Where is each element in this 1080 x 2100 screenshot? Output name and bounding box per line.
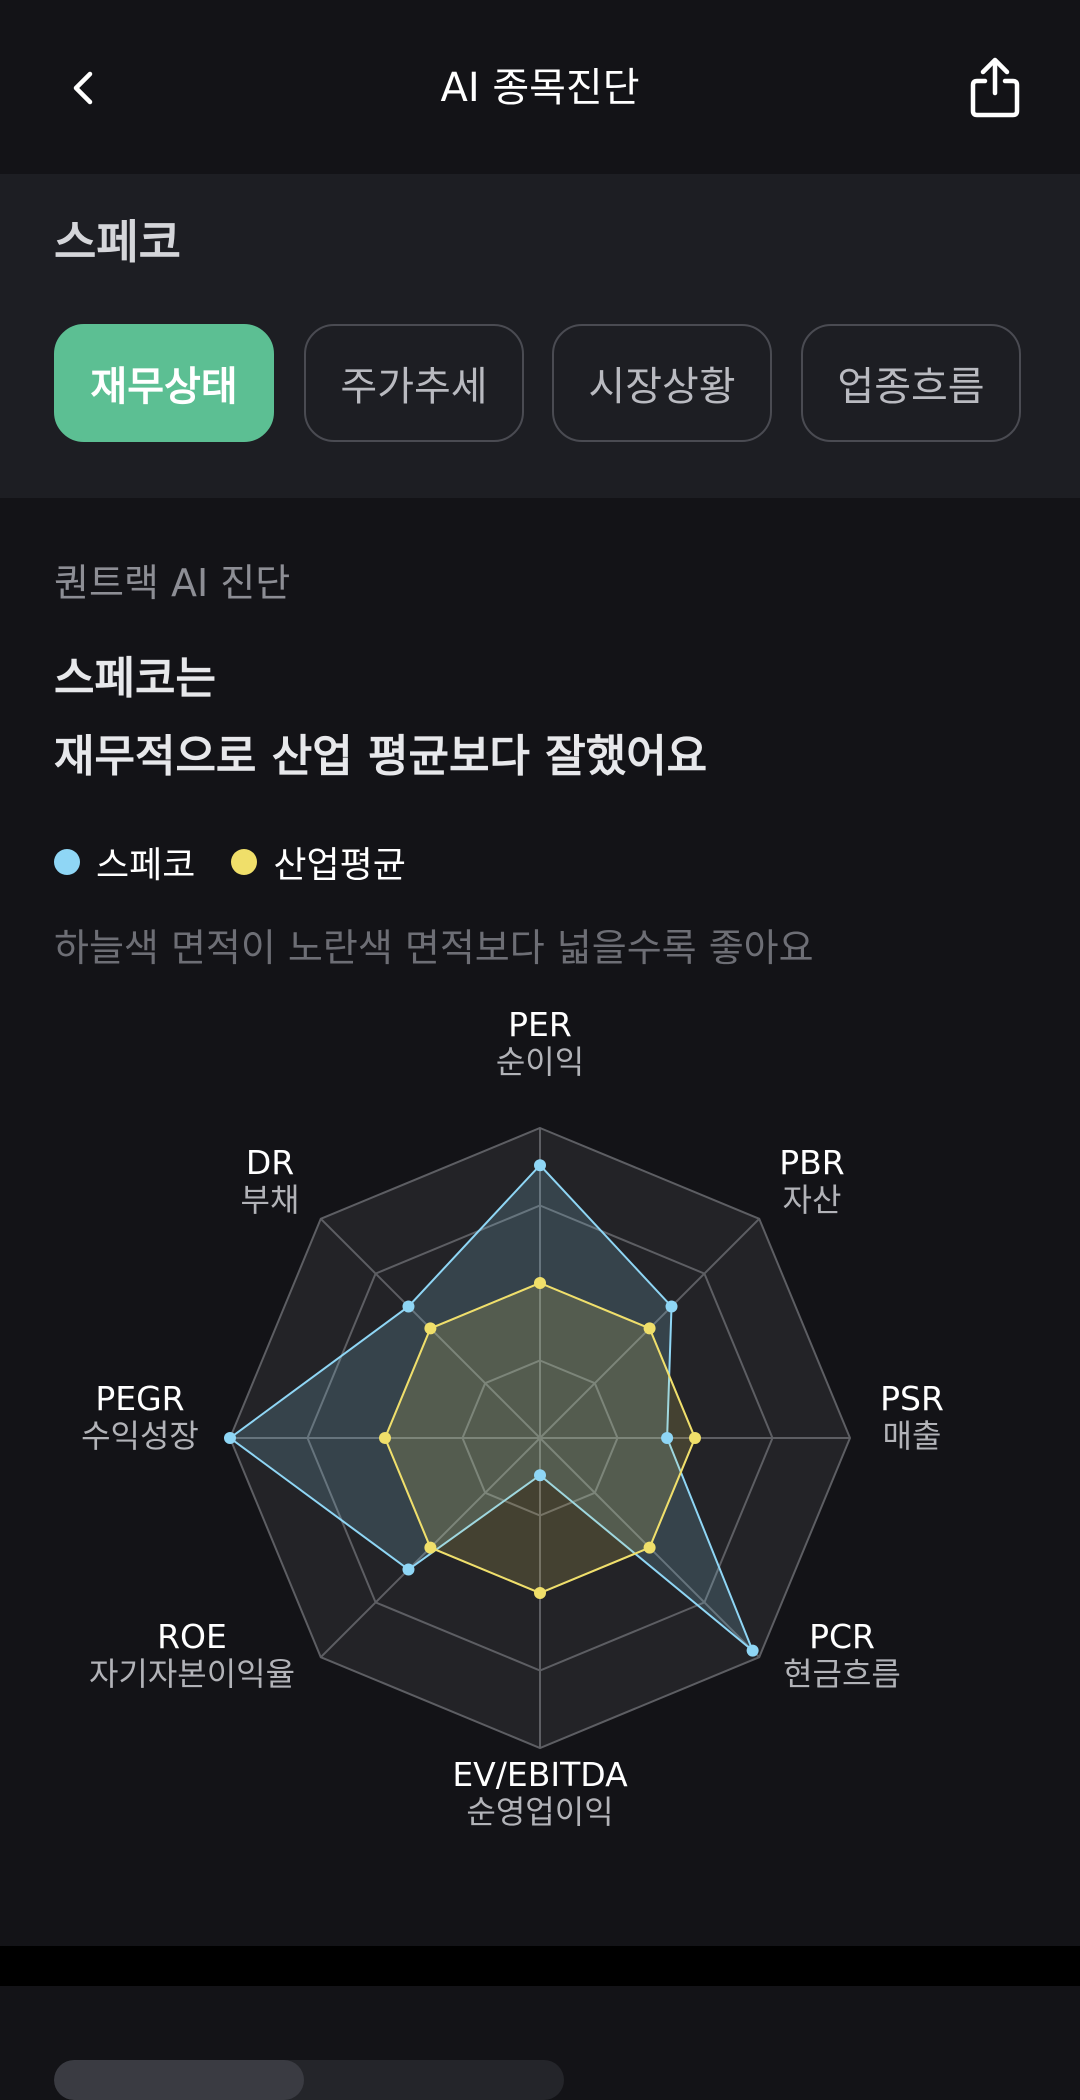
axis-metric-1: PER — [508, 1008, 572, 1044]
series-2-point-7 — [379, 1432, 391, 1444]
legend-item-stock: 스페코 — [54, 836, 195, 888]
diagnosis-label: 퀀트랙 AI 진단 — [54, 561, 291, 605]
series-2-point-4 — [643, 1541, 656, 1554]
series-1-point-5 — [534, 1469, 546, 1482]
series-2-point-3 — [689, 1432, 701, 1444]
axis-label-6: 자기자본이익율 — [89, 1655, 295, 1693]
axis-metric-7: PEGR — [95, 1379, 184, 1418]
radar-chart: PER순이익 PBR자산 PSR매출 PCR현금흐름 EV/EBITDA순영업이익 ROE… — [81, 1008, 944, 1831]
share-button[interactable] — [960, 52, 1030, 122]
axis-metric-3: PSR — [880, 1379, 944, 1418]
series-1-point-4 — [746, 1644, 759, 1657]
chart-legend: 스페코 산업평균 — [54, 836, 442, 888]
axis-metric-4: PCR — [809, 1617, 875, 1656]
series-1-point-2 — [665, 1300, 678, 1313]
axis-label-8: 부채 — [241, 1181, 300, 1219]
series-2-point-2 — [643, 1322, 656, 1335]
headline-line-1: 스페코는 — [54, 653, 216, 704]
series-1-point-7 — [224, 1432, 236, 1444]
stock-section: 스페코 재무상태 주가추세 시장상황 업종흐름 — [0, 174, 1080, 498]
axis-metric-8: DR — [246, 1143, 294, 1182]
axis-metric-6: ROE — [157, 1617, 227, 1656]
series-2-point-6 — [424, 1541, 437, 1554]
segment-control[interactable] — [54, 2060, 564, 2100]
top-bar: AI 종목진단 — [0, 0, 1080, 174]
series-1-point-3 — [661, 1432, 674, 1444]
next-section — [0, 1986, 1080, 2100]
series-2-point-8 — [424, 1322, 437, 1335]
axis-label-4: 현금흐름 — [783, 1655, 901, 1693]
legend-label-stock: 스페코 — [96, 845, 196, 886]
tab-financial-status[interactable]: 재무상태 — [54, 324, 274, 442]
axis-label-3: 매출 — [883, 1417, 942, 1455]
tab-price-trend[interactable]: 주가추세 — [304, 324, 524, 442]
legend-dot-stock — [54, 849, 80, 875]
series-2-point-5 — [534, 1587, 546, 1599]
series-1-point-1 — [534, 1159, 546, 1172]
share-icon — [970, 57, 1020, 118]
series-2-point-1 — [534, 1277, 546, 1289]
legend-label-industry: 산업평균 — [273, 845, 406, 886]
diagnosis-headline: 스페코는 재무적으로 산업 평균보다 잘했어요 — [54, 640, 707, 796]
stock-name: 스페코 — [54, 215, 181, 269]
section-divider — [0, 1946, 1080, 1986]
series-1-point-8 — [402, 1300, 415, 1313]
segment-active — [54, 2060, 304, 2100]
tab-market-condition[interactable]: 시장상황 — [552, 324, 772, 442]
axis-label-2: 자산 — [783, 1181, 842, 1219]
axis-label-1: 순이익 — [496, 1043, 584, 1081]
headline-line-2: 재무적으로 산업 평균보다 잘했어요 — [54, 731, 708, 782]
axis-metric-5: EV/EBITDA — [452, 1755, 628, 1794]
legend-item-industry: 산업평균 — [231, 836, 406, 888]
axis-label-7: 수익성장 — [81, 1417, 199, 1455]
diagnosis-section: 퀀트랙 AI 진단 스페코는 재무적으로 산업 평균보다 잘했어요 스페코 산업… — [0, 498, 1080, 1946]
series-1-point-6 — [402, 1563, 415, 1576]
legend-dot-industry — [231, 849, 258, 875]
page-title: AI 종목진단 — [440, 65, 640, 111]
axis-metric-2: PBR — [779, 1143, 844, 1182]
tab-sector-flow[interactable]: 업종흐름 — [801, 324, 1021, 442]
axis-label-5: 순영업이익 — [466, 1793, 613, 1831]
chart-hint: 하늘색 면적이 노란색 면적보다 넓을수록 좋아요 — [54, 926, 814, 970]
